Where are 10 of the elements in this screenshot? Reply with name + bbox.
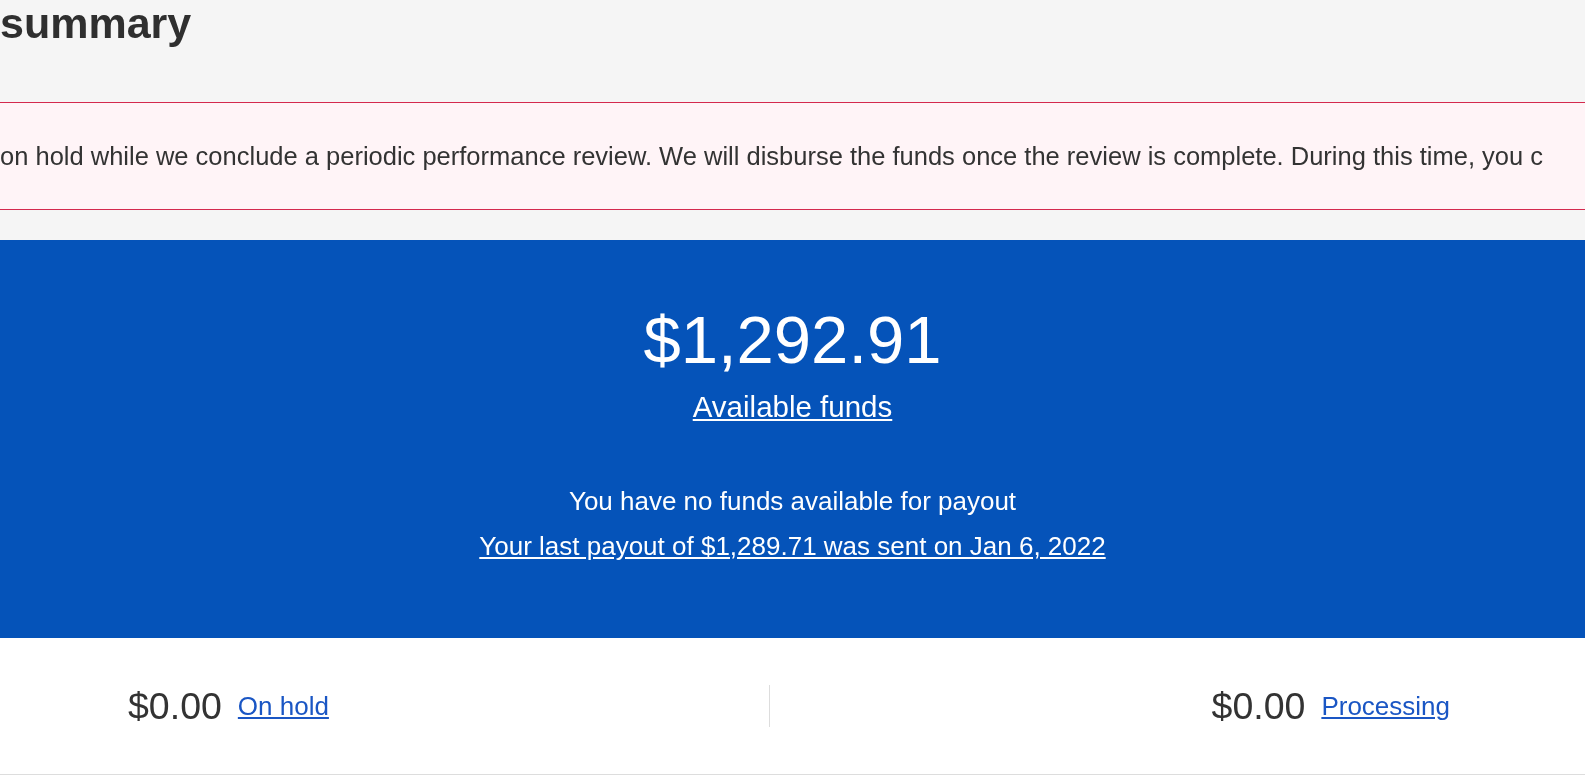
payout-message: You have no funds available for payout	[568, 486, 1017, 517]
summary-amount: $0.00	[128, 684, 222, 728]
balance-amount: $1,292.91	[643, 301, 942, 379]
alert-message: on hold while we conclude a periodic performance review. We will disburse the funds once the review is complete. During this time, you c	[0, 141, 1544, 171]
summary-link[interactable]: Processing	[1321, 690, 1450, 722]
last-payout-link[interactable]: Your last payout of $1,289.71 was sent on Jan 6, 2022	[479, 531, 1106, 562]
summary-link[interactable]: On hold	[237, 690, 329, 722]
available-funds-link[interactable]: Available funds	[692, 390, 893, 424]
page-title: summary	[0, 1, 193, 45]
summary-amount: $0.00	[1211, 684, 1306, 728]
